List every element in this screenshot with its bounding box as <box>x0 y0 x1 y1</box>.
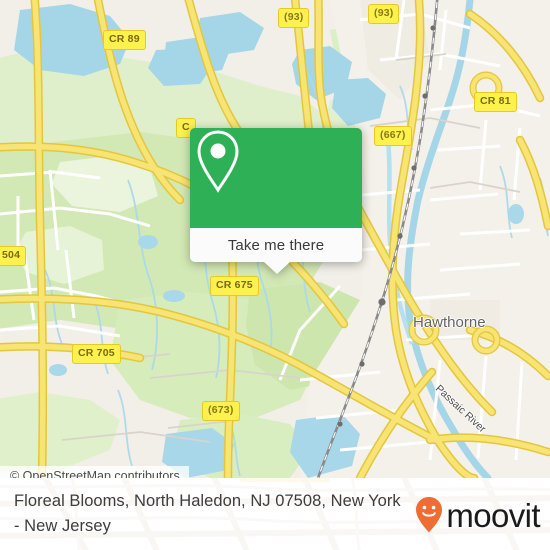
take-me-there-label: Take me there <box>227 236 325 254</box>
place-label-hawthorne: Hawthorne <box>413 314 486 331</box>
road-shield-cr89: CR 89 <box>103 30 146 50</box>
road-shield-cr705: CR 705 <box>72 344 121 364</box>
popup-footer[interactable]: Take me there <box>190 228 362 274</box>
map-canvas[interactable]: CR 89 (93) (93) CR 81 (667) 504 CR 675 C… <box>0 0 550 478</box>
osm-attribution[interactable]: © OpenStreetMap contributors <box>0 466 189 478</box>
road-shield-cr81: CR 81 <box>474 92 517 112</box>
pond <box>508 204 524 224</box>
popup-header <box>190 128 362 228</box>
location-popup-card[interactable]: Take me there <box>190 128 362 274</box>
moovit-logo[interactable]: moovit <box>414 496 541 534</box>
road-shield-504: 504 <box>0 246 27 266</box>
osm-attribution-text: © OpenStreetMap contributors <box>10 469 180 478</box>
map-screenshot: CR 89 (93) (93) CR 81 (667) 504 CR 675 C… <box>0 0 550 550</box>
pond <box>49 364 67 376</box>
footer-bar: Floreal Blooms, North Haledon, NJ 07508,… <box>0 478 550 550</box>
road-shield-667: (667) <box>374 126 412 146</box>
road-shield-93-a: (93) <box>278 8 310 28</box>
moovit-pin-icon <box>416 497 443 533</box>
map-pin-icon <box>197 130 239 193</box>
pond <box>163 290 185 302</box>
road-shield-cr675: CR 675 <box>210 276 259 296</box>
road-shield-93-b: (93) <box>368 4 400 24</box>
road-shield-673: (673) <box>202 401 240 421</box>
popup-pointer-tail <box>264 262 290 274</box>
moovit-wordmark: moovit <box>446 496 540 534</box>
location-title: Floreal Blooms, North Haledon, NJ 07508,… <box>14 492 401 535</box>
